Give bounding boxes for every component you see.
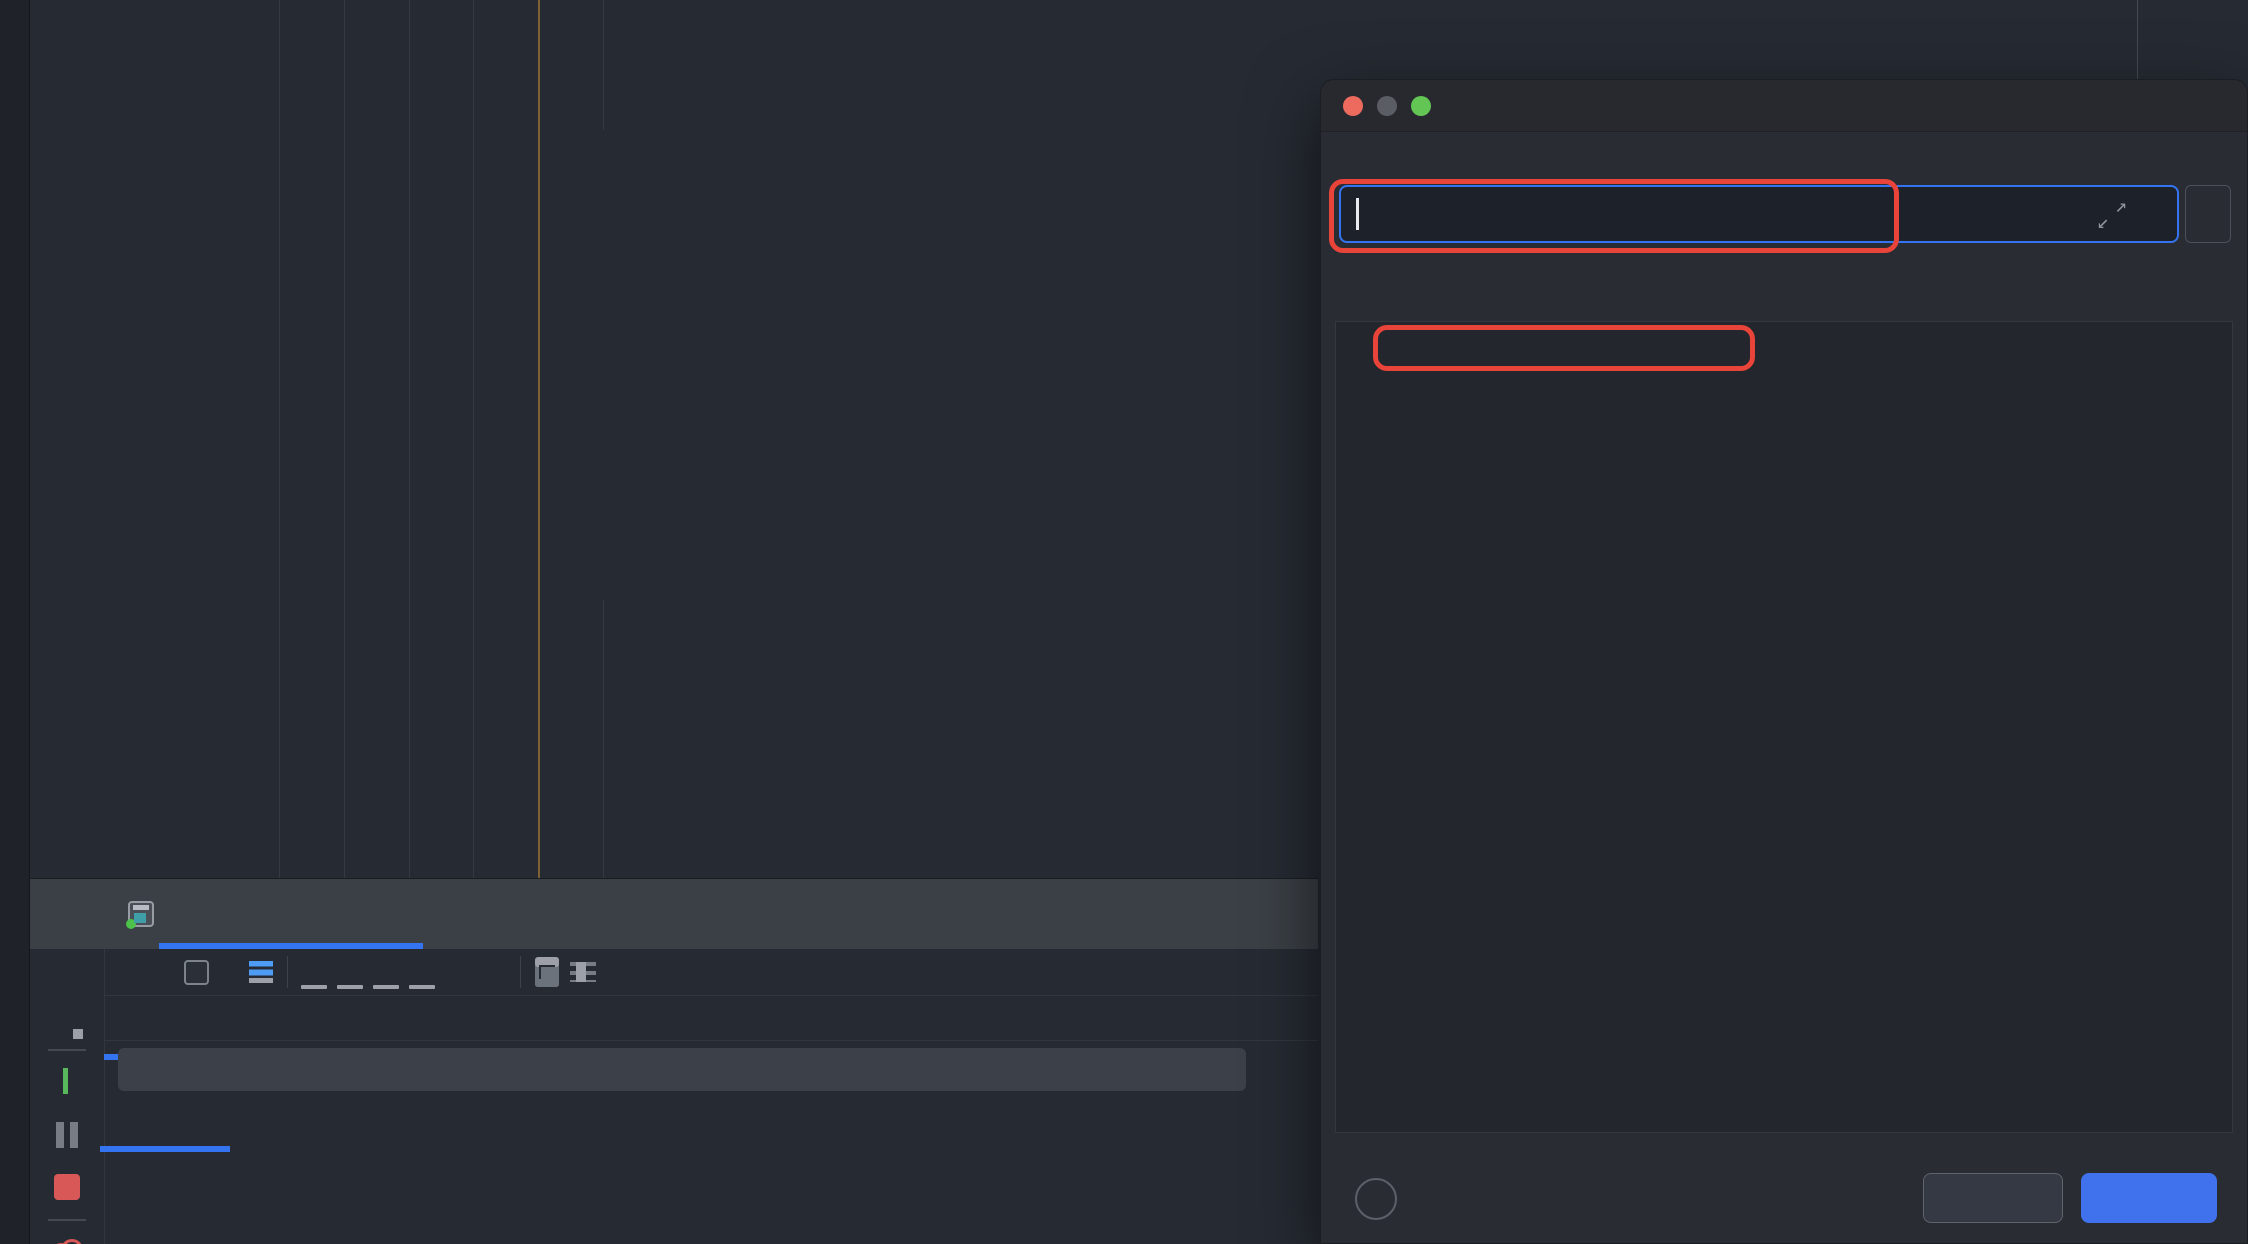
step-out-button[interactable] [404,952,440,992]
run-to-cursor-button[interactable] [476,952,512,992]
expand-editor-icon[interactable] [2097,199,2127,229]
indent-guide [473,0,474,878]
session-tab-tomcatmain[interactable] [118,879,194,949]
thread-selector-row [105,1041,1318,1096]
force-step-into-button[interactable] [368,952,404,992]
thread-dropdown[interactable] [118,1048,1246,1091]
divider [48,1049,86,1051]
frames-list[interactable] [105,1096,1318,1244]
tool-window-stripe [0,0,30,1244]
show-execution-point-button[interactable] [243,952,279,992]
evaluate-button[interactable] [2081,1173,2217,1223]
rerun-button[interactable] [49,1007,85,1043]
evaluate-dialog [1320,79,2248,1244]
step-over-button[interactable] [296,952,332,992]
console-icon [184,960,209,985]
indent-guide [603,0,604,130]
debug-left-toolbar [30,949,105,1244]
expression-row [1339,185,2231,243]
expression-history-dropdown[interactable] [2185,185,2231,243]
minimize-window-icon[interactable] [1377,96,1397,116]
indent-guide [409,0,410,878]
debug-panel [30,878,1318,1244]
divider [287,956,288,988]
help-button[interactable] [1355,1178,1397,1220]
indent-guide [603,600,604,878]
stop-button[interactable] [49,1169,85,1205]
debug-console-icon [128,901,154,927]
debug-header [30,879,1318,949]
ide-window [0,0,2248,1244]
indent-guide-active [538,0,540,878]
evaluate-expression-button[interactable] [529,952,565,992]
step-into-button[interactable] [332,952,368,992]
tab-console[interactable] [184,960,219,985]
indent-guide [344,0,345,878]
layout-settings-button[interactable] [565,952,601,992]
indent-guide [279,0,280,878]
pause-button[interactable] [49,1117,85,1153]
frames-threads-tabs [105,996,1318,1041]
divider [520,956,521,988]
view-breakpoints-button[interactable] [49,1237,85,1244]
close-window-icon[interactable] [1343,96,1363,116]
result-tree[interactable] [1335,321,2233,1133]
running-dot-icon [126,919,136,929]
dialog-titlebar [1321,80,2247,132]
divider [48,1219,86,1221]
resume-button[interactable] [49,1063,85,1099]
zoom-window-icon[interactable] [1411,96,1431,116]
drop-frame-button[interactable] [440,952,476,992]
close-button[interactable] [1923,1173,2063,1223]
debug-toolbar [105,949,1318,996]
text-caret [1356,198,1359,230]
expression-input[interactable] [1339,185,2179,243]
